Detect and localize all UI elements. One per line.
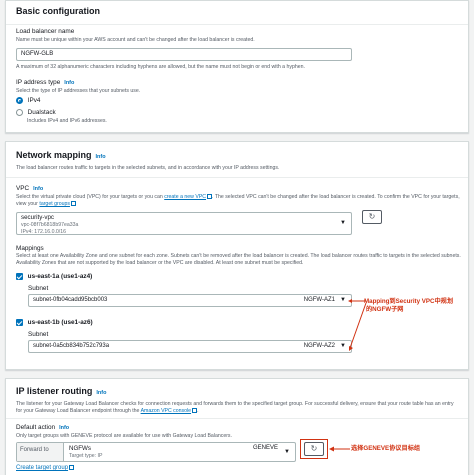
- ip-type-label: IP address type Info: [16, 79, 75, 86]
- basic-configuration-title: Basic configuration: [16, 6, 101, 16]
- target-group-type: Target type: IP: [69, 453, 103, 459]
- az2-subnet-id: subnet-0a5cb834b752c793a: [33, 343, 110, 349]
- target-groups-link[interactable]: target groups: [39, 201, 70, 207]
- az1-subnet-label: Subnet: [28, 285, 49, 292]
- mapping-annotation: Mapping到Security VPC中规划 的NGFW子网: [364, 298, 454, 314]
- ip-type-info-link[interactable]: Info: [64, 80, 74, 86]
- annotation-arrow: [329, 446, 350, 452]
- ip-listener-desc: The listener for your Gateway Load Balan…: [16, 400, 454, 414]
- create-target-group-link[interactable]: Create target group: [16, 465, 68, 471]
- external-link-icon: [70, 200, 76, 206]
- ipv4-label: IPv4: [27, 97, 41, 105]
- default-action-info-link[interactable]: Info: [59, 425, 69, 431]
- divider: [6, 177, 468, 178]
- ip-listener-routing-panel: IP listener routing Info The listener for…: [5, 378, 469, 475]
- network-mapping-header: Network mapping Info The load balancer ro…: [6, 142, 468, 178]
- az1-subnet-id: subnet-0fb04cadd95bcb003: [33, 297, 108, 303]
- network-mapping-title: Network mapping: [16, 150, 92, 160]
- dualstack-label: Dualstack: [27, 109, 56, 117]
- az2-subnet-select[interactable]: subnet-0a5cb834b752c793a NGFW-AZ2 ▼: [28, 340, 352, 353]
- vpc-name: security-vpc: [21, 214, 55, 221]
- az1-checkbox[interactable]: [16, 273, 23, 280]
- network-mapping-desc: The load balancer routes traffic to targ…: [16, 164, 280, 171]
- divider: [6, 418, 468, 419]
- az2-checkbox-row[interactable]: us-east-1b (use1-az6): [16, 319, 93, 328]
- az2-subnet-tag: NGFW-AZ2: [303, 343, 335, 349]
- ipv4-option[interactable]: IPv4: [16, 97, 40, 106]
- vpc-desc: Select the virtual private cloud (VPC) f…: [16, 194, 460, 207]
- az1-checkbox-row[interactable]: us-east-1a (use1-az4): [16, 273, 92, 282]
- annotation-highlight-box: [300, 439, 328, 459]
- target-group-name: NGFWs: [69, 445, 91, 452]
- lb-name-label: Load balancer name: [16, 28, 75, 35]
- create-target-group-row: Create target group: [16, 465, 75, 473]
- mappings-desc: Select at least one Availability Zone an…: [16, 253, 461, 266]
- external-link-icon: [69, 465, 75, 470]
- create-vpc-link[interactable]: create a new VPC: [164, 194, 206, 200]
- lb-name-desc: Name must be unique within your AWS acco…: [16, 37, 255, 43]
- az2-subnet-label: Subnet: [28, 331, 49, 338]
- amazon-vpc-console-link[interactable]: Amazon VPC console: [141, 408, 191, 414]
- ip-listener-info-link[interactable]: Info: [96, 390, 106, 396]
- network-mapping-info-link[interactable]: Info: [96, 154, 106, 160]
- lb-name-input[interactable]: NGFW-GLB: [16, 48, 352, 61]
- default-action-desc: Only target groups with GENEVE protocol …: [16, 433, 232, 439]
- lb-name-hint: A maximum of 32 alphanumeric characters …: [16, 64, 305, 70]
- az1-label: us-east-1a (use1-az4): [27, 273, 93, 281]
- default-action-label: Default action Info: [16, 424, 70, 431]
- annotation-arrows: [348, 299, 367, 351]
- forward-to-select[interactable]: Forward to NGFWs Target type: IP GENEVE …: [16, 442, 296, 462]
- az1-subnet-select[interactable]: subnet-0fb04cadd95bcb003 NGFW-AZ1 ▼: [28, 294, 352, 307]
- basic-configuration-header: Basic configuration: [6, 1, 468, 25]
- forward-to-label: Forward to: [17, 443, 64, 461]
- vpc-id: vpc-08f7b6818b97ea33a: [21, 222, 79, 229]
- vpc-select[interactable]: security-vpc vpc-08f7b6818b97ea33a IPv4:…: [16, 212, 352, 235]
- chevron-down-icon: ▼: [340, 220, 346, 226]
- ip-type-desc: Select the type of IP addresses that you…: [16, 88, 141, 94]
- dualstack-radio[interactable]: [16, 109, 23, 116]
- vpc-ipv4: IPv4: 172.16.0.0/16: [21, 228, 66, 235]
- dualstack-desc: Includes IPv4 and IPv6 addresses.: [27, 118, 107, 124]
- dualstack-option[interactable]: Dualstack: [16, 109, 56, 118]
- az2-checkbox[interactable]: [16, 319, 23, 326]
- target-group-protocol: GENEVE: [253, 445, 279, 451]
- vpc-refresh-button[interactable]: ↻: [362, 210, 382, 224]
- chevron-down-icon: ▼: [284, 449, 290, 455]
- basic-configuration-panel: Basic configuration Load balancer name N…: [5, 0, 469, 133]
- ip-listener-header: IP listener routing Info The listener for…: [6, 379, 468, 420]
- vpc-info-link[interactable]: Info: [33, 186, 43, 192]
- az1-subnet-tag: NGFW-AZ1: [303, 297, 335, 303]
- external-link-icon: [192, 407, 198, 413]
- ipv4-radio[interactable]: [16, 97, 23, 104]
- refresh-icon: ↻: [368, 211, 376, 221]
- az2-label: us-east-1b (use1-az6): [27, 319, 93, 327]
- ip-listener-title: IP listener routing: [16, 386, 93, 396]
- network-mapping-panel: Network mapping Info The load balancer ro…: [5, 141, 469, 370]
- vpc-label: VPC Info: [16, 185, 44, 192]
- geneve-annotation: 选择GENEVE协议目标组: [351, 445, 421, 452]
